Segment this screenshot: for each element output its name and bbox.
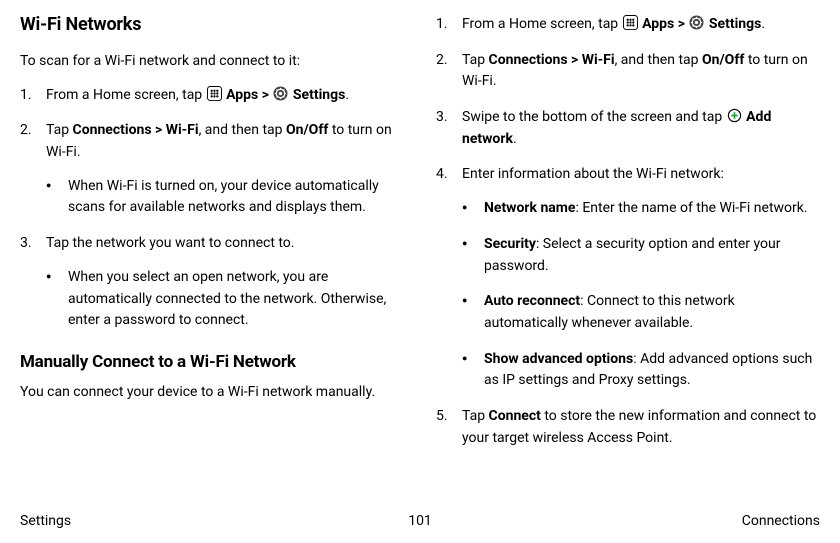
add-icon: [727, 108, 742, 123]
step-2: Tap Connections > Wi-Fi, and then tap On…: [436, 50, 820, 93]
bullet-item: Security: Select a security option and e…: [462, 234, 820, 277]
apps-icon: [623, 15, 638, 30]
sub-bullets: Network name: Enter the name of the Wi-F…: [462, 198, 820, 392]
step-3: Swipe to the bottom of the screen and ta…: [436, 107, 820, 150]
footer-right: Connections: [742, 513, 820, 529]
steps-list: From a Home screen, tap Apps > Settings.…: [436, 14, 820, 449]
steps-list: From a Home screen, tap Apps > Settings.…: [20, 85, 404, 332]
content-columns: Wi-Fi Networks To scan for a Wi-Fi netwo…: [20, 14, 820, 500]
page-number: 101: [408, 513, 432, 529]
step-1: From a Home screen, tap Apps > Settings.: [20, 85, 404, 107]
apps-icon: [207, 86, 222, 101]
settings-icon: [689, 15, 704, 30]
step-3: Tap the network you want to connect to. …: [20, 233, 404, 332]
right-column: From a Home screen, tap Apps > Settings.…: [436, 14, 820, 500]
bullet-item: Auto reconnect: Connect to this network …: [462, 291, 820, 334]
footer-left: Settings: [20, 513, 71, 529]
sub-bullets: When Wi-Fi is turned on, your device aut…: [46, 176, 404, 219]
bullet-item: Network name: Enter the name of the Wi-F…: [462, 198, 820, 220]
step-2: Tap Connections > Wi-Fi, and then tap On…: [20, 120, 404, 219]
subsection-heading: Manually Connect to a Wi-Fi Network: [20, 352, 404, 372]
manual-intro-text: You can connect your device to a Wi-Fi n…: [20, 382, 404, 404]
sub-bullets: When you select an open network, you are…: [46, 267, 404, 332]
settings-icon: [273, 86, 288, 101]
section-heading: Wi-Fi Networks: [20, 14, 404, 35]
page-footer: Settings 101 Connections: [20, 513, 820, 529]
bullet-item: When Wi-Fi is turned on, your device aut…: [46, 176, 404, 219]
left-column: Wi-Fi Networks To scan for a Wi-Fi netwo…: [20, 14, 404, 500]
step-4: Enter information about the Wi-Fi networ…: [436, 164, 820, 392]
step-5: Tap Connect to store the new information…: [436, 406, 820, 449]
step-1: From a Home screen, tap Apps > Settings.: [436, 14, 820, 36]
intro-text: To scan for a Wi-Fi network and connect …: [20, 51, 404, 73]
bullet-item: Show advanced options: Add advanced opti…: [462, 349, 820, 392]
bullet-item: When you select an open network, you are…: [46, 267, 404, 332]
